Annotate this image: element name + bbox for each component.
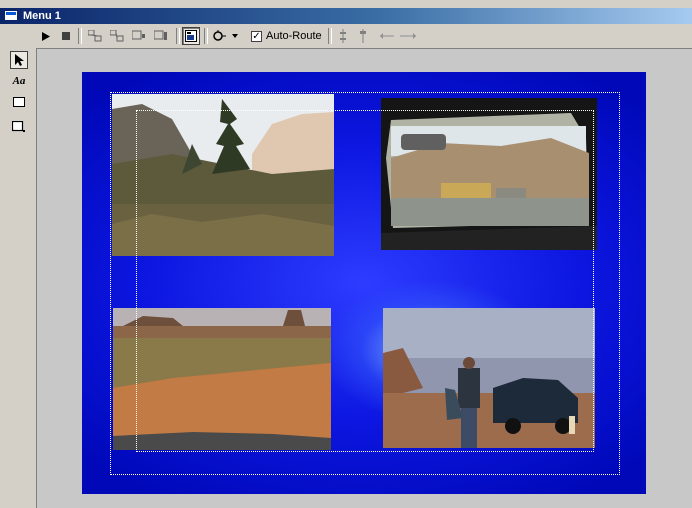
tool-palette: Aa <box>0 48 37 508</box>
route-icon[interactable] <box>210 27 228 45</box>
link-icon[interactable] <box>152 27 170 45</box>
link-icon[interactable] <box>108 27 126 45</box>
button-tool-icon[interactable] <box>10 118 28 136</box>
rectangle-tool-icon[interactable] <box>10 93 28 111</box>
spacing-icon[interactable] <box>378 27 418 45</box>
menu-window-icon <box>4 10 18 21</box>
text-tool-icon[interactable]: Aa <box>10 72 28 90</box>
dropdown-arrow-icon[interactable] <box>229 27 241 45</box>
link-icon[interactable] <box>86 27 104 45</box>
auto-route-label: Auto-Route <box>266 30 322 42</box>
align-icon[interactable] <box>354 27 372 45</box>
toolbar-separator <box>176 28 180 44</box>
link-icon[interactable] <box>130 27 148 45</box>
align-icon[interactable] <box>334 27 352 45</box>
arrow-select-icon[interactable] <box>10 51 28 69</box>
toolbar: ✓ Auto-Route <box>0 24 692 49</box>
play-icon[interactable] <box>37 27 55 45</box>
window-title-bar: Menu 1 <box>0 8 692 24</box>
toolbar-separator <box>204 28 208 44</box>
stop-icon[interactable] <box>57 27 75 45</box>
window-title: Menu 1 <box>23 10 61 22</box>
display-icon[interactable] <box>182 27 200 45</box>
toolbar-separator <box>78 28 82 44</box>
safe-area-inner-guide <box>136 110 594 452</box>
auto-route-checkbox[interactable]: ✓ <box>251 31 262 42</box>
toolbar-separator <box>328 28 332 44</box>
